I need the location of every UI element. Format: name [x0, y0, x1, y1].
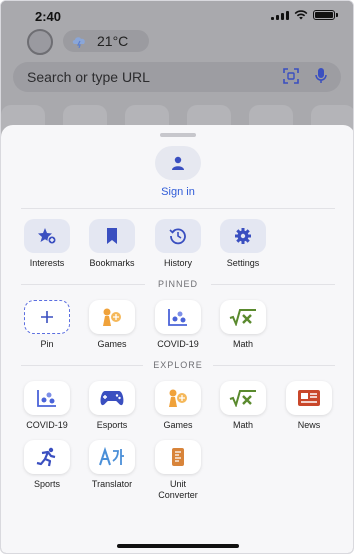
- news-icon: [298, 390, 320, 406]
- settings-label: Settings: [226, 258, 260, 268]
- settings-button[interactable]: Settings: [211, 219, 275, 269]
- pinned-covid-tile[interactable]: COVID-19: [146, 300, 210, 350]
- explore-games-label: Games: [163, 420, 193, 430]
- pinned-math-tile[interactable]: Math: [211, 300, 275, 350]
- explore-covid-tile[interactable]: COVID-19: [15, 381, 79, 431]
- weather-temperature: 21°C: [97, 33, 129, 49]
- sign-in-link[interactable]: Sign in: [1, 186, 353, 198]
- star-plus-icon: [38, 228, 57, 245]
- explore-news-tile[interactable]: News: [277, 381, 341, 431]
- explore-esports-label: Esports: [96, 420, 128, 430]
- gear-icon: [235, 228, 251, 244]
- explore-math-label: Math: [232, 420, 253, 430]
- history-button[interactable]: History: [146, 219, 210, 269]
- qr-scan-icon[interactable]: [283, 68, 299, 84]
- explore-unit-converter-tile[interactable]: Unit Converter: [146, 440, 210, 501]
- math-icon: [229, 309, 256, 326]
- status-time: 2:40: [35, 9, 62, 24]
- url-bar[interactable]: Search or type URL: [13, 62, 341, 92]
- pin-label: Pin: [40, 339, 54, 349]
- pinned-math-label: Math: [232, 339, 253, 349]
- history-icon: [169, 228, 186, 245]
- plus-icon: [41, 311, 53, 323]
- covid-icon: [37, 390, 56, 407]
- unit-converter-icon: [172, 448, 184, 466]
- cellular-signal-icon: [271, 10, 289, 20]
- pinned-covid-label: COVID-19: [157, 339, 199, 349]
- translator-icon: [99, 447, 124, 466]
- games-icon: [103, 308, 121, 326]
- math-icon: [229, 390, 256, 407]
- menu-sheet: Sign in Interests Bookmarks History Sett…: [1, 125, 353, 553]
- weather-icon: [72, 37, 85, 48]
- url-placeholder: Search or type URL: [27, 69, 150, 85]
- wifi-icon: [294, 10, 308, 20]
- bookmarks-button[interactable]: Bookmarks: [80, 219, 144, 269]
- pinned-games-tile[interactable]: Games: [80, 300, 144, 350]
- status-icons: [271, 10, 338, 20]
- divider: [21, 208, 335, 209]
- explore-news-label: News: [297, 420, 321, 430]
- runner-icon: [36, 447, 56, 467]
- pinned-games-label: Games: [97, 339, 127, 349]
- divider: [213, 365, 335, 366]
- person-icon: [172, 156, 184, 170]
- bookmarks-label: Bookmarks: [89, 258, 135, 268]
- interests-button[interactable]: Interests: [15, 219, 79, 269]
- weather-pill[interactable]: 21°C: [63, 30, 149, 52]
- sign-in-avatar-button[interactable]: [155, 146, 201, 180]
- pin-button[interactable]: Pin: [15, 300, 79, 350]
- bookmark-icon: [107, 228, 117, 244]
- divider: [211, 284, 335, 285]
- sheet-grabber[interactable]: [160, 133, 196, 137]
- app-frame: 2:40 21°C Search or type URL Sign in Int…: [0, 0, 354, 554]
- status-bar: 2:40: [1, 1, 353, 29]
- explore-sports-tile[interactable]: Sports: [15, 440, 79, 490]
- explore-sports-label: Sports: [33, 479, 60, 489]
- explore-math-tile[interactable]: Math: [211, 381, 275, 431]
- covid-icon: [168, 309, 187, 326]
- microphone-icon[interactable]: [315, 68, 327, 84]
- profile-avatar-button[interactable]: [27, 29, 53, 55]
- gamepad-icon: [100, 391, 124, 406]
- explore-covid-label: COVID-19: [26, 420, 68, 430]
- explore-esports-tile[interactable]: Esports: [80, 381, 144, 431]
- home-indicator: [117, 544, 239, 548]
- history-label: History: [163, 258, 192, 268]
- explore-unit-converter-label: Unit Converter: [158, 479, 198, 500]
- battery-icon: [313, 10, 338, 20]
- explore-translator-tile[interactable]: Translator: [80, 440, 144, 490]
- explore-games-tile[interactable]: Games: [146, 381, 210, 431]
- interests-label: Interests: [29, 258, 65, 268]
- games-icon: [169, 389, 187, 407]
- explore-translator-label: Translator: [91, 479, 133, 489]
